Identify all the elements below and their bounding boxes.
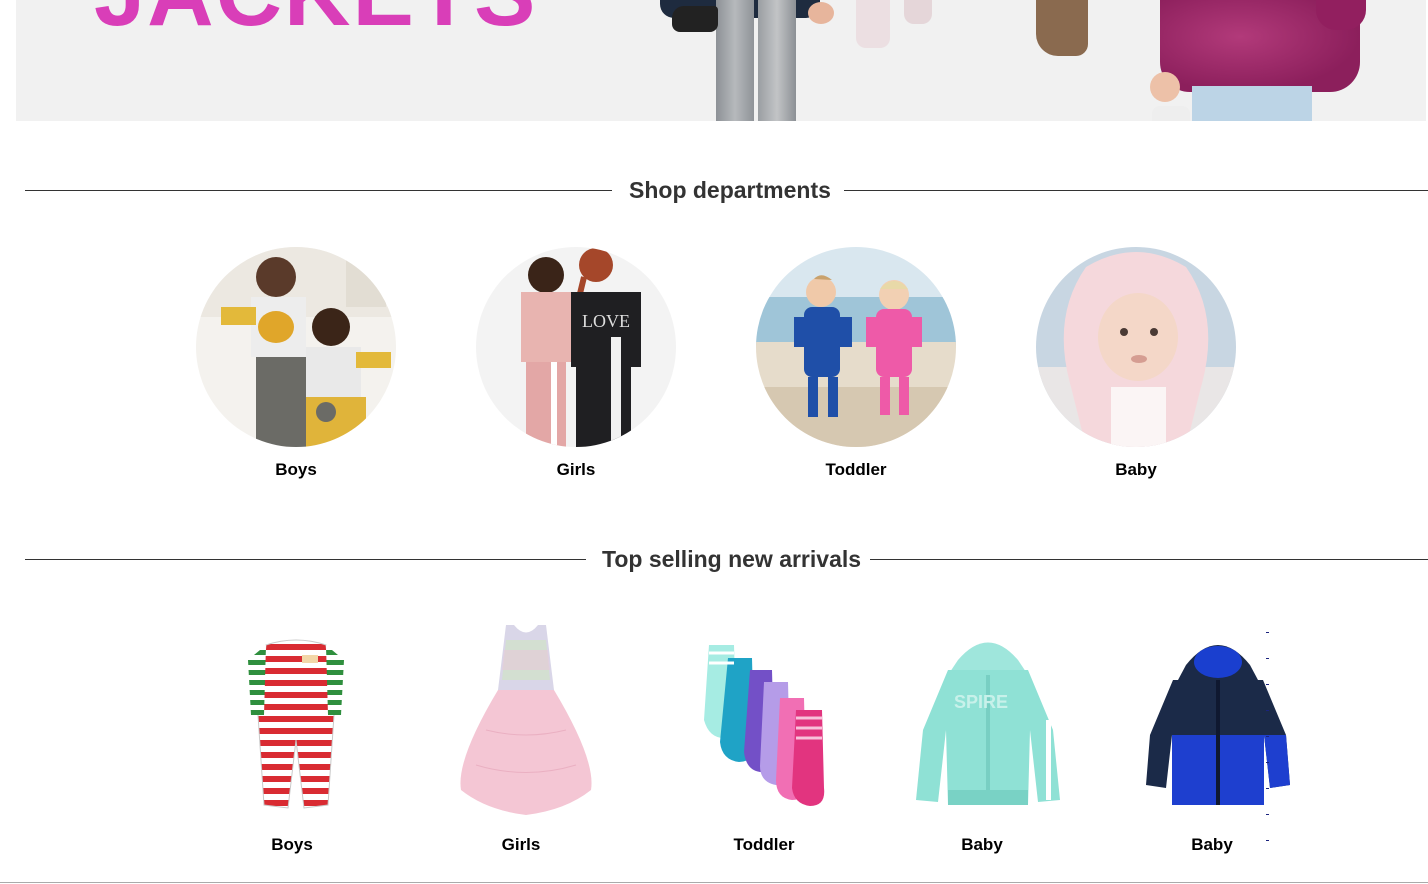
product-label[interactable]: Baby bbox=[882, 835, 1082, 855]
department-label[interactable]: Toddler bbox=[756, 460, 956, 480]
department-label[interactable]: Girls bbox=[476, 460, 676, 480]
hero-title: JACKETS bbox=[94, 0, 537, 40]
department-baby-image[interactable] bbox=[1036, 247, 1236, 447]
department-toddler-image[interactable] bbox=[756, 247, 956, 447]
svg-text:SPIRE: SPIRE bbox=[954, 692, 1008, 712]
department-boys-image[interactable] bbox=[196, 247, 396, 447]
product-label[interactable]: Baby bbox=[1112, 835, 1312, 855]
carousel-indicator-marks bbox=[1266, 632, 1270, 866]
product-baby-hoodie-image[interactable]: SPIRE bbox=[888, 620, 1088, 820]
new-arrivals-header: Top selling new arrivals bbox=[25, 546, 1428, 572]
bottom-divider bbox=[0, 882, 1428, 883]
hero-banner[interactable]: JACKETS bbox=[16, 0, 1426, 121]
department-label[interactable]: Baby bbox=[1036, 460, 1236, 480]
svg-text:LOVE: LOVE bbox=[582, 311, 630, 331]
department-label[interactable]: Boys bbox=[196, 460, 396, 480]
product-label[interactable]: Boys bbox=[192, 835, 392, 855]
product-baby-jacket-image[interactable] bbox=[1118, 620, 1318, 820]
section-title: Top selling new arrivals bbox=[602, 546, 862, 572]
divider-line bbox=[870, 559, 1428, 560]
department-toddler[interactable]: Toddler bbox=[756, 247, 956, 479]
department-boys[interactable]: Boys bbox=[196, 247, 396, 479]
product-label[interactable]: Girls bbox=[421, 835, 621, 855]
department-girls[interactable]: LOVE Girls bbox=[476, 247, 676, 479]
product-toddler-image[interactable] bbox=[664, 620, 864, 820]
product-label[interactable]: Toddler bbox=[664, 835, 864, 855]
product-boys-image[interactable] bbox=[196, 620, 396, 820]
product-girls-image[interactable] bbox=[426, 620, 626, 820]
divider-line bbox=[25, 559, 586, 560]
divider-line bbox=[844, 190, 1428, 191]
shop-departments-header: Shop departments bbox=[25, 177, 1428, 203]
section-title: Shop departments bbox=[629, 177, 831, 203]
department-baby[interactable]: Baby bbox=[1036, 247, 1236, 479]
department-girls-image[interactable]: LOVE bbox=[476, 247, 676, 447]
divider-line bbox=[25, 190, 612, 191]
